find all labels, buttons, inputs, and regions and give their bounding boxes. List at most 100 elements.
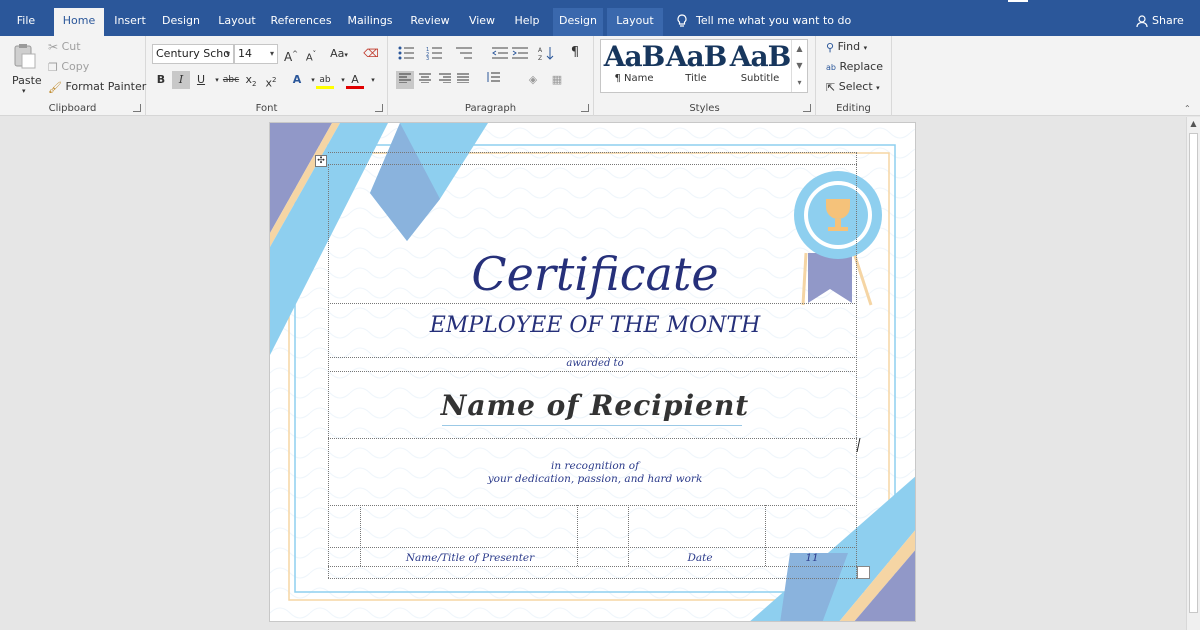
show-formatting-button[interactable]: ¶: [566, 44, 584, 62]
tab-layout[interactable]: Layout: [212, 8, 262, 36]
increase-indent-icon[interactable]: [512, 46, 528, 60]
gridline: [328, 371, 857, 372]
recognition-line-2[interactable]: your dedication, passion, and hard work: [420, 473, 770, 485]
number-field[interactable]: 11: [792, 552, 832, 564]
chevron-up-icon[interactable]: ▲: [792, 40, 807, 57]
tab-insert[interactable]: Insert: [108, 8, 152, 36]
strikethrough-button[interactable]: abc: [220, 71, 242, 89]
highlight-button[interactable]: ab: [316, 71, 334, 89]
ribbon-tab-bar: File Home Insert Design Layout Reference…: [0, 0, 1200, 36]
certificate-subtitle[interactable]: EMPLOYEE OF THE MONTH: [370, 313, 820, 338]
paste-icon: [14, 44, 36, 69]
chevron-down-icon[interactable]: ▼: [792, 57, 807, 74]
format-painter-label: Format Painter: [65, 80, 147, 93]
chevron-down-icon: ▾: [269, 49, 274, 58]
vertical-scrollbar[interactable]: ▲: [1186, 117, 1200, 630]
search-icon: ⚲: [826, 40, 835, 54]
bullets-icon[interactable]: [398, 46, 416, 60]
italic-button[interactable]: I: [172, 71, 190, 89]
clear-formatting-icon[interactable]: ⌫: [362, 45, 380, 63]
grow-font-button[interactable]: A^: [282, 45, 300, 64]
font-size-combo[interactable]: 14 ▾: [234, 44, 278, 64]
font-group: Century Scho ▾ 14 ▾ A^ A˅ Aa▾ ⌫ B I U ▾ …: [146, 36, 388, 116]
share-button[interactable]: Share: [1136, 8, 1184, 36]
tab-view[interactable]: View: [462, 8, 502, 36]
scroll-up-icon[interactable]: ▲: [1187, 117, 1200, 131]
align-left-button[interactable]: [396, 71, 414, 89]
table-move-handle-icon[interactable]: ✣: [315, 155, 327, 167]
gridline: [628, 505, 629, 566]
person-icon: [1136, 15, 1148, 27]
sort-icon[interactable]: AZ: [538, 45, 554, 61]
align-right-button[interactable]: [436, 71, 454, 89]
share-label: Share: [1152, 14, 1184, 27]
styles-launcher-icon[interactable]: [803, 104, 811, 112]
date-field[interactable]: Date: [640, 552, 760, 564]
scroll-thumb[interactable]: [1189, 133, 1198, 613]
tell-me-box[interactable]: Tell me what you want to do: [676, 8, 851, 36]
align-center-icon: [419, 73, 431, 84]
tab-file[interactable]: File: [6, 8, 46, 36]
certificate-title[interactable]: Certificate: [420, 247, 770, 301]
recognition-line-1[interactable]: in recognition of: [420, 460, 770, 472]
gridline: [328, 164, 329, 578]
font-color-button[interactable]: A: [346, 71, 364, 89]
format-painter-button[interactable]: 🖌 Format Painter: [48, 80, 146, 94]
tab-mailings[interactable]: Mailings: [342, 8, 398, 36]
paragraph-group: 123 AZ ¶ ◈ ▦ Paragraph: [388, 36, 594, 116]
svg-text:3: 3: [426, 56, 429, 60]
tab-table-layout[interactable]: Layout: [607, 8, 663, 36]
style-preview: AaB: [603, 42, 665, 73]
find-button[interactable]: ⚲ Find ▾: [826, 40, 867, 54]
copy-button[interactable]: ❐ Copy: [48, 60, 89, 74]
justify-button[interactable]: [454, 71, 472, 89]
gridline: [856, 152, 857, 578]
bold-button[interactable]: B: [152, 71, 170, 89]
gridline: [577, 505, 578, 566]
decrease-indent-icon[interactable]: [492, 46, 508, 60]
paragraph-launcher-icon[interactable]: [581, 104, 589, 112]
collapse-ribbon-icon[interactable]: ⌃: [1184, 104, 1191, 113]
font-name-combo[interactable]: Century Scho ▾: [152, 44, 234, 64]
superscript-button[interactable]: x2: [262, 71, 280, 90]
numbering-icon[interactable]: 123: [426, 46, 444, 60]
cut-button[interactable]: ✂ Cut: [48, 40, 81, 54]
change-case-button[interactable]: Aa▾: [326, 45, 352, 63]
gridline: [328, 164, 857, 165]
awarded-to-text[interactable]: awarded to: [470, 358, 720, 369]
tab-help[interactable]: Help: [508, 8, 546, 36]
align-center-button[interactable]: [416, 71, 434, 89]
window-control-stub: [1008, 0, 1028, 2]
replace-button[interactable]: ab Replace: [826, 60, 883, 73]
subscript-button[interactable]: x2: [242, 71, 260, 89]
tab-review[interactable]: Review: [404, 8, 456, 36]
gridline: [328, 357, 857, 358]
tab-home[interactable]: Home: [54, 8, 104, 36]
style-title[interactable]: AaB Title: [665, 42, 727, 92]
borders-icon[interactable]: ▦: [548, 71, 566, 89]
shrink-font-button[interactable]: A˅: [302, 45, 320, 63]
tab-design[interactable]: Design: [158, 8, 204, 36]
line-spacing-button[interactable]: [484, 71, 502, 89]
presenter-field[interactable]: Name/Title of Presenter: [360, 552, 580, 564]
clipboard-launcher-icon[interactable]: [133, 104, 141, 112]
tab-references[interactable]: References: [268, 8, 334, 36]
recipient-name[interactable]: Name of Recipient: [380, 389, 810, 422]
style-subtitle[interactable]: AaB Subtitle: [729, 42, 791, 92]
more-styles-icon[interactable]: ▾: [792, 74, 807, 91]
tab-table-design[interactable]: Design: [553, 8, 603, 36]
styles-group-label: Styles: [689, 103, 720, 114]
paste-dropdown-icon[interactable]: ▾: [22, 87, 26, 95]
paste-label: Paste: [12, 74, 42, 87]
select-button[interactable]: ⇱ Select ▾: [826, 80, 880, 94]
multilevel-list-icon[interactable]: [456, 46, 474, 60]
copy-icon: ❐: [48, 60, 58, 74]
font-color-dropdown-icon[interactable]: ▾: [364, 71, 382, 89]
style-caption: ¶ Name: [614, 73, 654, 84]
table-resize-handle[interactable]: [857, 566, 870, 579]
shading-icon[interactable]: ◈: [524, 71, 542, 89]
font-launcher-icon[interactable]: [375, 104, 383, 112]
style-name[interactable]: AaB ¶ Name: [603, 42, 665, 92]
paste-button[interactable]: Paste ▾: [8, 40, 42, 98]
styles-scroll[interactable]: ▲ ▼ ▾: [791, 40, 807, 92]
